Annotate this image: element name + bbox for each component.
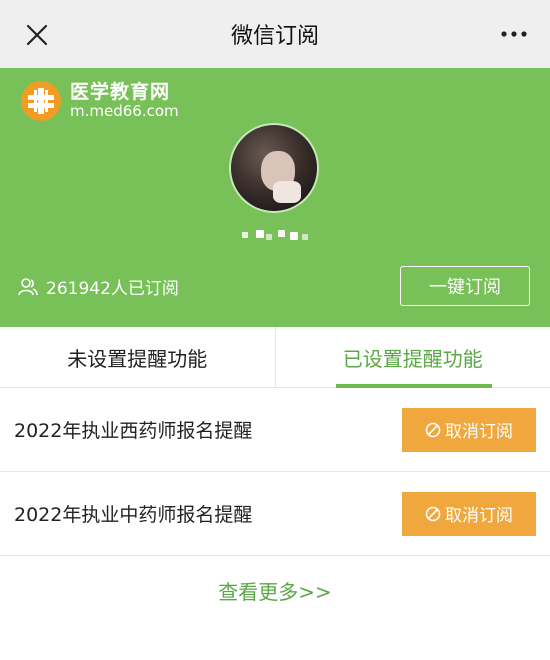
more-dots-icon[interactable]: [500, 26, 528, 42]
med66-logo-icon: [21, 81, 61, 121]
logo-name: 医学教育网: [70, 81, 171, 104]
reminder-tabs: 未设置提醒功能 已设置提醒功能: [0, 327, 550, 388]
list-item: 2022年执业西药师报名提醒 取消订阅: [0, 388, 550, 472]
subscription-header: 医学教育网 m.med66.com 261942人已订阅 一键订阅: [0, 68, 550, 327]
cancel-subscription-button[interactable]: 取消订阅: [402, 491, 536, 536]
top-navigation-bar: 微信订阅: [0, 0, 550, 68]
tab-label: 已设置提醒功能: [342, 346, 483, 371]
ban-icon: [425, 506, 441, 521]
cancel-subscription-button[interactable]: 取消订阅: [402, 407, 536, 452]
list-item: 2022年执业中药师报名提醒 取消订阅: [0, 472, 550, 556]
cancel-subscription-label: 取消订阅: [445, 506, 513, 526]
avatar: [231, 125, 317, 211]
logo-url: m.med66.com: [70, 102, 179, 121]
view-more-link[interactable]: 查看更多>>: [0, 576, 550, 605]
subscriber-count-text: 261942人已订阅: [46, 279, 179, 299]
one-key-subscribe-button[interactable]: 一键订阅: [400, 266, 530, 306]
active-tab-indicator: [335, 384, 492, 388]
list-item-title: 2022年执业西药师报名提醒: [14, 420, 253, 442]
subscriber-count: 261942人已订阅: [18, 274, 179, 299]
close-icon[interactable]: [26, 24, 48, 46]
tab-label: 未设置提醒功能: [67, 346, 208, 371]
subscription-list: 2022年执业西药师报名提醒 取消订阅 2022年执业中药师报名提醒 取消订阅: [0, 388, 550, 556]
cancel-subscription-label: 取消订阅: [445, 422, 513, 442]
tab-set-reminder[interactable]: 已设置提醒功能: [276, 327, 550, 388]
brand-logo: 医学教育网 m.med66.com: [20, 80, 179, 122]
tab-not-set-reminder[interactable]: 未设置提醒功能: [0, 327, 276, 387]
ban-icon: [425, 422, 441, 437]
blurred-nickname: [242, 230, 308, 240]
people-icon: [18, 277, 38, 295]
list-item-title: 2022年执业中药师报名提醒: [14, 504, 253, 526]
page-title: 微信订阅: [230, 24, 319, 49]
